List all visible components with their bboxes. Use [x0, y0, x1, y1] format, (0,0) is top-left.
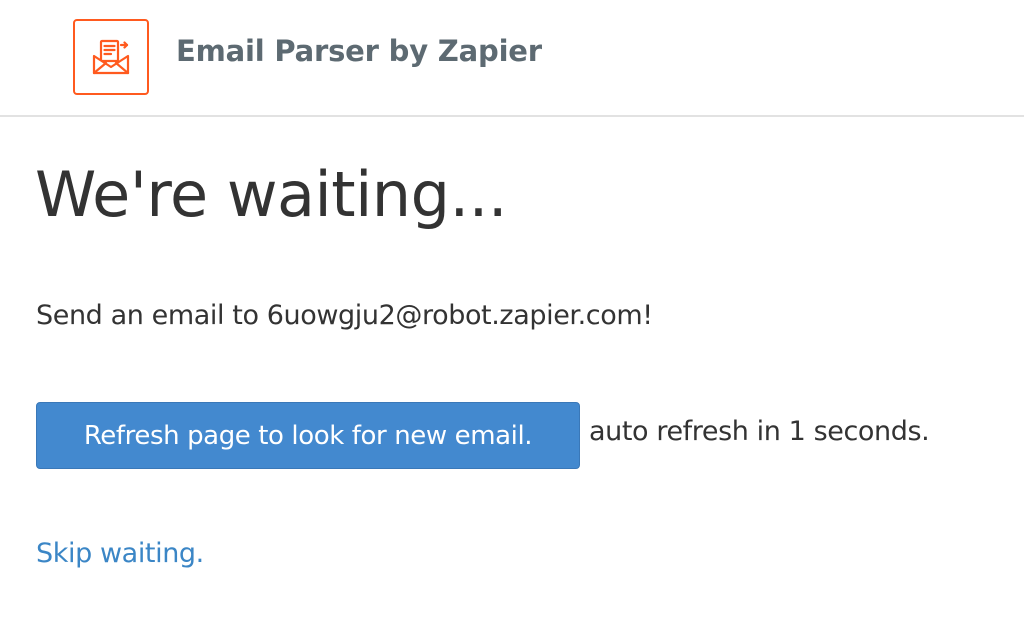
- refresh-page-button[interactable]: Refresh page to look for new email.: [36, 402, 580, 469]
- app-logo[interactable]: [73, 19, 149, 95]
- skip-waiting-link[interactable]: Skip waiting.: [36, 538, 204, 569]
- app-title: Email Parser by Zapier: [176, 34, 542, 68]
- app-header: Email Parser by Zapier: [0, 0, 1024, 117]
- page-title: We're waiting...: [35, 158, 508, 231]
- auto-refresh-countdown: auto refresh in 1 seconds.: [589, 416, 930, 447]
- envelope-document-icon: [92, 39, 130, 75]
- send-email-instructions: Send an email to 6uowgju2@robot.zapier.c…: [36, 300, 653, 331]
